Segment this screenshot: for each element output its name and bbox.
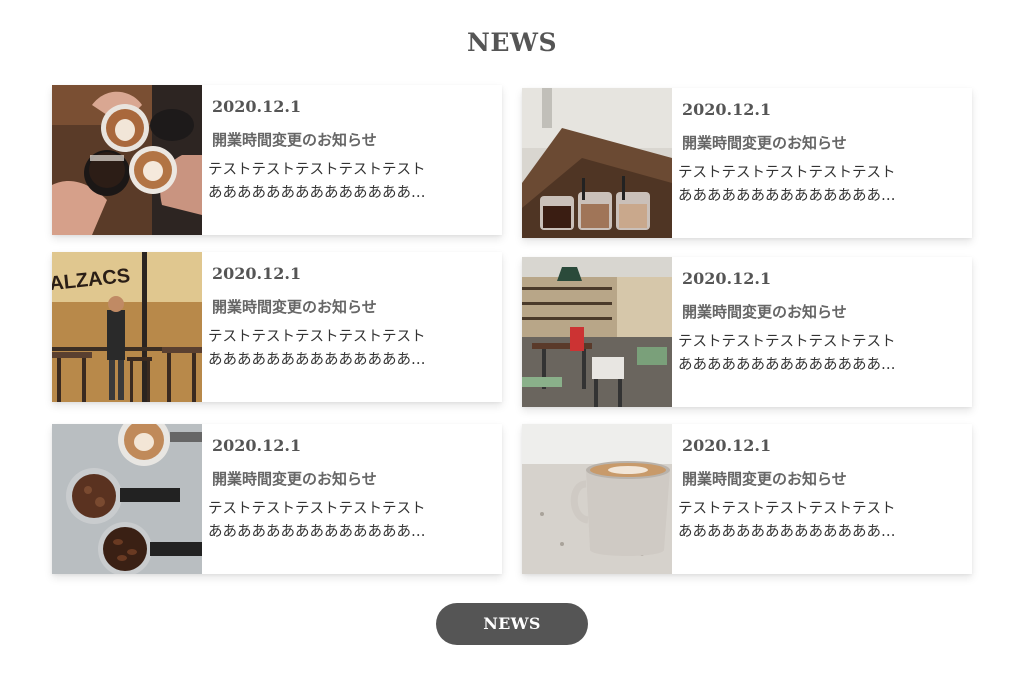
news-thumbnail-cafe-interior	[522, 257, 672, 407]
news-date: 2020.12.1	[212, 264, 302, 283]
news-title[interactable]: 開業時間変更のお知らせ	[682, 468, 847, 489]
news-date: 2020.12.1	[682, 269, 772, 288]
news-card[interactable]: 2020.12.1 開業時間変更のお知らせ テストテストテストテストテスト ああ…	[522, 424, 972, 574]
news-excerpt-line: ああああああああああああああ…	[678, 188, 896, 204]
news-excerpt-line: ああああああああああああああ…	[678, 357, 896, 373]
news-excerpt-line: テストテストテストテストテスト	[678, 334, 896, 350]
news-excerpt: テストテストテストテストテスト ああああああああああああああ…	[678, 498, 918, 544]
news-more-button[interactable]: NEWS	[436, 603, 588, 645]
news-card[interactable]: 2020.12.1 開業時間変更のお知らせ テストテストテストテストテスト ああ…	[52, 424, 502, 574]
news-excerpt-line: ああああああああああああああ…	[208, 352, 426, 368]
news-excerpt: テストテストテストテストテスト ああああああああああああああ…	[208, 498, 448, 544]
news-excerpt: テストテストテストテストテスト ああああああああああああああ…	[678, 162, 918, 208]
news-thumbnail-coffee-cups	[522, 88, 672, 238]
news-date: 2020.12.1	[682, 100, 772, 119]
news-card[interactable]: 2020.12.1 開業時間変更のお知らせ テストテストテストテストテスト ああ…	[522, 88, 972, 238]
section-heading: NEWS	[466, 28, 558, 57]
news-date: 2020.12.1	[212, 97, 302, 116]
news-date: 2020.12.1	[682, 436, 772, 455]
news-title[interactable]: 開業時間変更のお知らせ	[682, 301, 847, 322]
news-title[interactable]: 開業時間変更のお知らせ	[212, 296, 377, 317]
news-card[interactable]: 2020.12.1 開業時間変更のお知らせ テストテストテストテストテスト ああ…	[522, 257, 972, 407]
news-excerpt-line: テストテストテストテストテスト	[678, 501, 896, 517]
news-card[interactable]: ALZACS 2020.12.1 開業時間変更のお知らせ テストテストテストテス…	[52, 252, 502, 402]
news-excerpt-line: テストテストテストテストテスト	[678, 165, 896, 181]
news-excerpt: テストテストテストテストテスト ああああああああああああああ…	[208, 326, 448, 372]
news-excerpt: テストテストテストテストテスト ああああああああああああああ…	[678, 331, 918, 377]
news-excerpt-line: テストテストテストテストテスト	[208, 329, 426, 345]
news-excerpt-line: ああああああああああああああ…	[208, 185, 426, 201]
news-thumbnail-cafe-storefront: ALZACS	[52, 252, 202, 402]
news-excerpt: テストテストテストテストテスト ああああああああああああああ…	[208, 159, 448, 205]
news-date: 2020.12.1	[212, 436, 302, 455]
news-title[interactable]: 開業時間変更のお知らせ	[212, 468, 377, 489]
news-title[interactable]: 開業時間変更のお知らせ	[682, 132, 847, 153]
news-title[interactable]: 開業時間変更のお知らせ	[212, 129, 377, 150]
news-thumbnail-espresso-beans	[52, 424, 202, 574]
news-thumbnail-coffee-toast	[52, 85, 202, 235]
news-excerpt-line: ああああああああああああああ…	[208, 524, 426, 540]
news-excerpt-line: ああああああああああああああ…	[678, 524, 896, 540]
news-card[interactable]: 2020.12.1 開業時間変更のお知らせ テストテストテストテストテスト ああ…	[52, 85, 502, 235]
news-excerpt-line: テストテストテストテストテスト	[208, 501, 426, 517]
news-thumbnail-latte-mug	[522, 424, 672, 574]
news-excerpt-line: テストテストテストテストテスト	[208, 162, 426, 178]
